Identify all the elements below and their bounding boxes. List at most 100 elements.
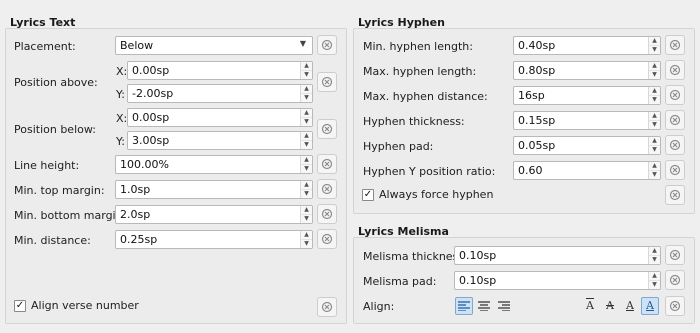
line-height-input[interactable]: 100.00% ▲ ▼ — [115, 155, 313, 174]
valign-bottom-button[interactable]: A — [621, 297, 639, 315]
reset-hyphen-pad-button[interactable] — [665, 135, 685, 155]
spin-down-icon[interactable]: ▼ — [649, 145, 660, 153]
min-hyphen-length-input[interactable]: 0.40sp ▲ ▼ — [513, 36, 661, 55]
spin-up-icon[interactable]: ▲ — [649, 62, 660, 70]
reset-max-hyphen-length-button[interactable] — [665, 60, 685, 80]
spin-up-icon[interactable]: ▲ — [649, 162, 660, 170]
spin-down-icon[interactable]: ▼ — [301, 117, 312, 125]
reset-max-hyphen-distance-button[interactable] — [665, 85, 685, 105]
spin-arrows[interactable]: ▲ ▼ — [300, 156, 312, 173]
reset-min-top-margin-button[interactable] — [317, 179, 337, 199]
max-hyphen-distance-input[interactable]: 16sp ▲ ▼ — [513, 86, 661, 105]
reset-position-above-button[interactable] — [317, 72, 337, 92]
reset-hyphen-thickness-button[interactable] — [665, 110, 685, 130]
align-verse-number-checkbox[interactable]: ✓ — [14, 300, 26, 312]
spin-down-icon[interactable]: ▼ — [649, 255, 660, 263]
hyphen-thickness-label: Hyphen thickness: — [363, 115, 465, 128]
position-above-y-value: -2.00sp — [132, 87, 174, 100]
align-left-button[interactable] — [455, 297, 473, 315]
spin-up-icon[interactable]: ▲ — [649, 87, 660, 95]
spin-down-icon[interactable]: ▼ — [649, 170, 660, 178]
min-bottom-margin-label: Min. bottom margin: — [14, 209, 127, 222]
spin-down-icon[interactable]: ▼ — [301, 239, 312, 247]
spin-arrows[interactable]: ▲ ▼ — [300, 231, 312, 248]
spin-up-icon[interactable]: ▲ — [649, 37, 660, 45]
placement-dropdown[interactable]: Below ▼ — [115, 36, 313, 55]
hyphen-pad-input[interactable]: 0.05sp ▲ ▼ — [513, 136, 661, 155]
reset-placement-button[interactable] — [317, 35, 337, 55]
spin-up-icon[interactable]: ▲ — [301, 109, 312, 117]
min-bottom-margin-input[interactable]: 2.0sp ▲ ▼ — [115, 205, 313, 224]
spin-arrows[interactable]: ▲ ▼ — [648, 87, 660, 104]
position-below-y-input[interactable]: 3.00sp ▲ ▼ — [127, 131, 313, 150]
spin-arrows[interactable]: ▲ ▼ — [648, 112, 660, 129]
spin-up-icon[interactable]: ▲ — [301, 62, 312, 70]
spin-arrows[interactable]: ▲ ▼ — [300, 206, 312, 223]
position-below-label: Position below: — [14, 123, 96, 136]
spin-arrows[interactable]: ▲ ▼ — [300, 62, 312, 79]
spin-up-icon[interactable]: ▲ — [301, 132, 312, 140]
reset-min-distance-button[interactable] — [317, 229, 337, 249]
spin-arrows[interactable]: ▲ ▼ — [648, 62, 660, 79]
reset-always-force-hyphen-button[interactable] — [665, 185, 685, 205]
reset-hyphen-y-ratio-button[interactable] — [665, 160, 685, 180]
spin-arrows[interactable]: ▲ ▼ — [648, 162, 660, 179]
reset-min-hyphen-length-button[interactable] — [665, 35, 685, 55]
valign-top-button[interactable]: A — [581, 297, 599, 315]
spin-down-icon[interactable]: ▼ — [649, 45, 660, 53]
spin-up-icon[interactable]: ▲ — [649, 112, 660, 120]
spin-down-icon[interactable]: ▼ — [301, 70, 312, 78]
spin-down-icon[interactable]: ▼ — [301, 214, 312, 222]
reset-line-height-button[interactable] — [317, 154, 337, 174]
melisma-pad-input[interactable]: 0.10sp ▲ ▼ — [454, 271, 661, 290]
position-above-x-input[interactable]: 0.00sp ▲ ▼ — [127, 61, 313, 80]
spin-arrows[interactable]: ▲ ▼ — [300, 132, 312, 149]
spin-down-icon[interactable]: ▼ — [649, 280, 660, 288]
spin-arrows[interactable]: ▲ ▼ — [648, 137, 660, 154]
reset-align-button[interactable] — [665, 296, 685, 316]
align-center-icon — [478, 301, 490, 312]
spin-down-icon[interactable]: ▼ — [301, 140, 312, 148]
spin-up-icon[interactable]: ▲ — [649, 137, 660, 145]
spin-up-icon[interactable]: ▲ — [301, 85, 312, 93]
max-hyphen-length-input[interactable]: 0.80sp ▲ ▼ — [513, 61, 661, 80]
spin-up-icon[interactable]: ▲ — [649, 272, 660, 280]
spin-down-icon[interactable]: ▼ — [301, 93, 312, 101]
spin-arrows[interactable]: ▲ ▼ — [648, 272, 660, 289]
reset-min-bottom-margin-button[interactable] — [317, 204, 337, 224]
min-top-margin-label: Min. top margin: — [14, 184, 105, 197]
melisma-thickness-input[interactable]: 0.10sp ▲ ▼ — [454, 246, 661, 265]
align-center-button[interactable] — [475, 297, 493, 315]
spin-down-icon[interactable]: ▼ — [649, 95, 660, 103]
hyphen-thickness-input[interactable]: 0.15sp ▲ ▼ — [513, 111, 661, 130]
spin-up-icon[interactable]: ▲ — [301, 231, 312, 239]
spin-down-icon[interactable]: ▼ — [301, 164, 312, 172]
always-force-hyphen-checkbox[interactable]: ✓ — [362, 189, 374, 201]
reset-position-below-button[interactable] — [317, 119, 337, 139]
reset-melisma-pad-button[interactable] — [665, 270, 685, 290]
spin-down-icon[interactable]: ▼ — [649, 70, 660, 78]
spin-up-icon[interactable]: ▲ — [301, 181, 312, 189]
position-above-y-input[interactable]: -2.00sp ▲ ▼ — [127, 84, 313, 103]
spin-arrows[interactable]: ▲ ▼ — [648, 247, 660, 264]
spin-up-icon[interactable]: ▲ — [301, 156, 312, 164]
min-distance-input[interactable]: 0.25sp ▲ ▼ — [115, 230, 313, 249]
reset-align-verse-number-button[interactable] — [317, 297, 337, 317]
valign-center-button[interactable]: A — [601, 297, 619, 315]
spin-arrows[interactable]: ▲ ▼ — [300, 181, 312, 198]
align-verse-number-label: Align verse number — [31, 299, 139, 312]
spin-arrows[interactable]: ▲ ▼ — [648, 37, 660, 54]
spin-arrows[interactable]: ▲ ▼ — [300, 109, 312, 126]
spin-arrows[interactable]: ▲ ▼ — [300, 85, 312, 102]
spin-down-icon[interactable]: ▼ — [649, 120, 660, 128]
hyphen-y-ratio-input[interactable]: 0.60 ▲ ▼ — [513, 161, 661, 180]
position-below-x-input[interactable]: 0.00sp ▲ ▼ — [127, 108, 313, 127]
valign-baseline-button[interactable]: A — [641, 297, 659, 315]
spin-up-icon[interactable]: ▲ — [301, 206, 312, 214]
reset-melisma-thickness-button[interactable] — [665, 245, 685, 265]
position-above-x-value: 0.00sp — [132, 64, 170, 77]
spin-down-icon[interactable]: ▼ — [301, 189, 312, 197]
align-right-button[interactable] — [495, 297, 513, 315]
spin-up-icon[interactable]: ▲ — [649, 247, 660, 255]
min-top-margin-input[interactable]: 1.0sp ▲ ▼ — [115, 180, 313, 199]
